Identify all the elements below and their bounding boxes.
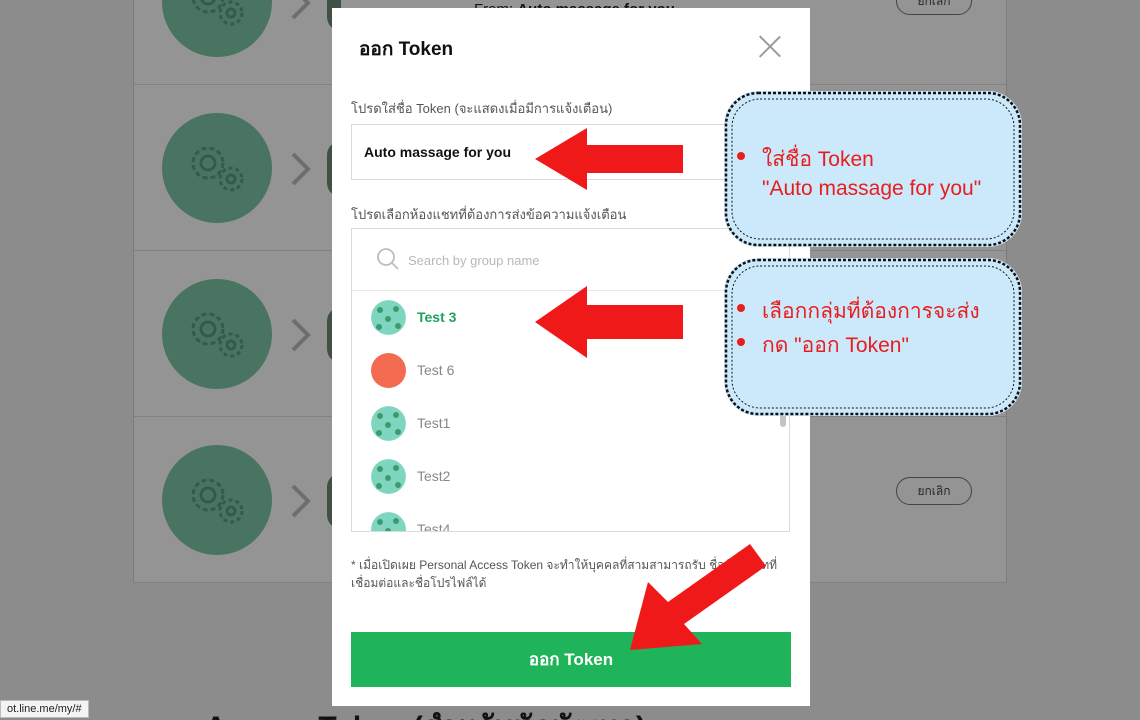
group-avatar <box>371 406 406 441</box>
bullet <box>737 338 745 346</box>
arrow-down-left-icon <box>630 544 766 650</box>
dialog-title: ออก Token <box>359 39 454 60</box>
group-item-test4[interactable]: Test4 <box>352 503 772 532</box>
tip-bubble-select-group: เลือกกลุ่มที่ต้องการจะส่ง กด "ออก Token" <box>724 258 1022 416</box>
bullet <box>737 304 745 312</box>
token-name-label: โปรดใส่ชื่อ Token (จะแสดงเมื่อมีการแจ้งเ… <box>351 101 613 116</box>
group-avatar <box>371 512 406 531</box>
tip-line: "Auto massage for you" <box>762 177 982 200</box>
group-name: Test1 <box>417 415 451 431</box>
group-select-label: โปรดเลือกห้องแชทที่ต้องการส่งข้อความแจ้ง… <box>351 207 627 222</box>
group-item-test1[interactable]: Test1 <box>352 397 772 450</box>
tip-line: ใส่ชื่อ Token <box>762 148 874 171</box>
group-item-test2[interactable]: Test2 <box>352 450 772 503</box>
group-avatar <box>371 459 406 494</box>
tip-line: เลือกกลุ่มที่ต้องการจะส่ง <box>762 300 980 323</box>
search-icon <box>377 248 399 270</box>
arrow-left-icon <box>535 128 683 190</box>
group-name: Test 6 <box>417 362 455 378</box>
group-avatar <box>371 300 406 335</box>
arrow-left-icon <box>535 286 683 358</box>
group-name: Test4 <box>417 521 451 532</box>
tip-line: กด "ออก Token" <box>762 334 909 357</box>
search-input[interactable] <box>408 245 708 275</box>
group-name: Test 3 <box>417 309 457 325</box>
group-name: Test2 <box>417 468 451 484</box>
close-icon[interactable] <box>758 34 782 58</box>
tip-bubble-token-name: ใส่ชื่อ Token "Auto massage for you" <box>724 91 1022 247</box>
bullet <box>737 152 745 160</box>
group-avatar <box>371 353 406 388</box>
status-url: ot.line.me/my/# <box>0 700 89 718</box>
